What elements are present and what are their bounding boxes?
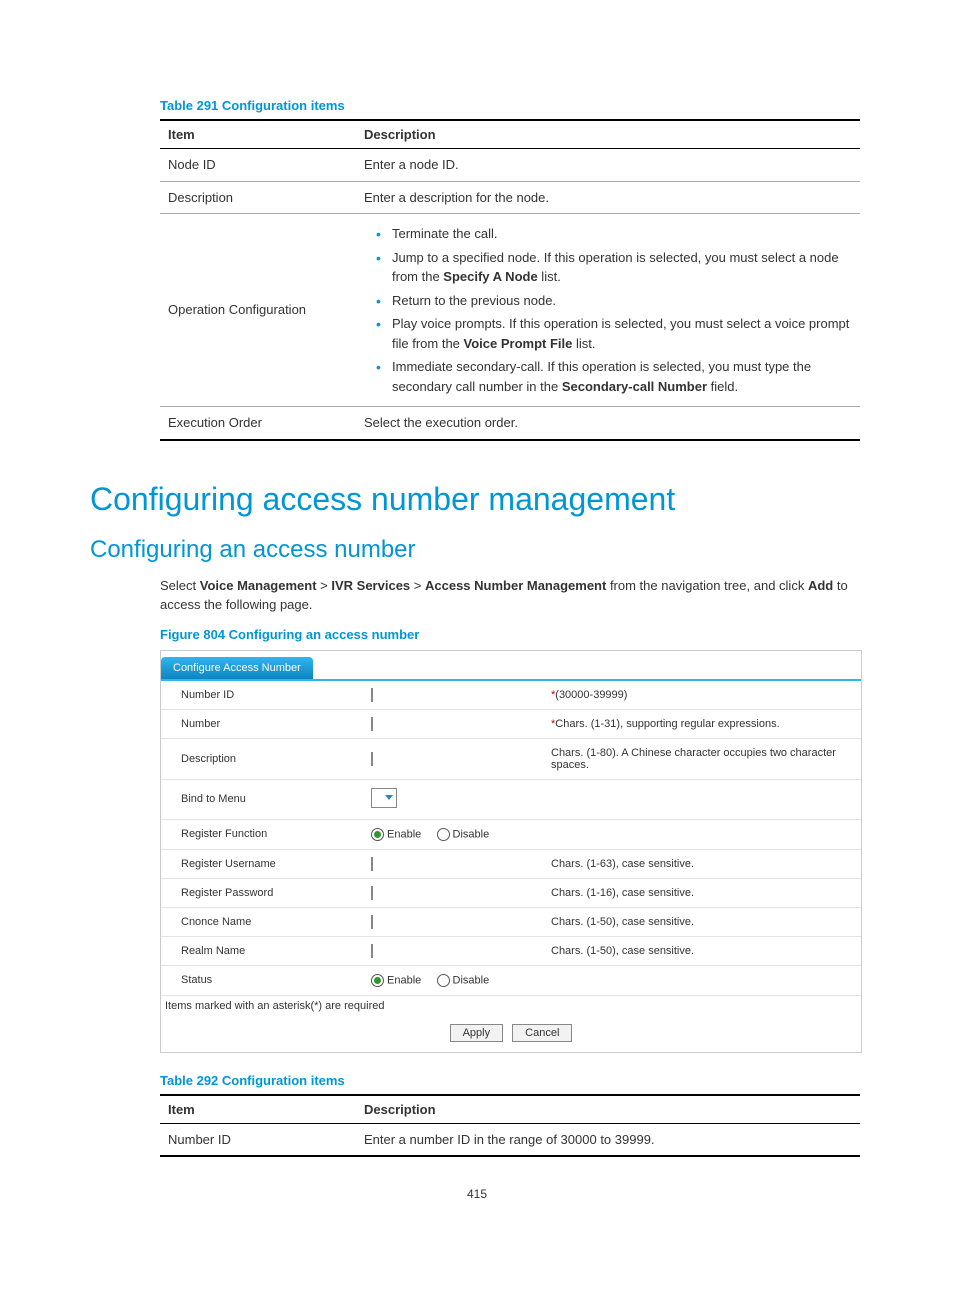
- description-input[interactable]: [371, 752, 373, 766]
- page-number: 415: [90, 1187, 864, 1201]
- number-input[interactable]: [371, 717, 373, 731]
- register-function-enable-radio[interactable]: [371, 828, 384, 841]
- label-register-function: Register Function: [161, 819, 361, 849]
- hint: *Chars. (1-31), supporting regular expre…: [541, 709, 861, 738]
- cell-item: Execution Order: [160, 407, 356, 440]
- label-register-username: Register Username: [161, 849, 361, 878]
- form-row: Status Enable Disable: [161, 965, 861, 995]
- cell-item: Description: [160, 181, 356, 214]
- cell-desc: Enter a number ID in the range of 30000 …: [356, 1123, 860, 1156]
- label-register-password: Register Password: [161, 878, 361, 907]
- figure-804-caption: Figure 804 Configuring an access number: [160, 627, 864, 642]
- form-row: Register Username Chars. (1-63), case se…: [161, 849, 861, 878]
- status-enable-radio[interactable]: [371, 974, 384, 987]
- realm-name-input[interactable]: [371, 944, 373, 958]
- cell-desc: Enter a node ID.: [356, 149, 860, 182]
- tab-bar: Configure Access Number: [161, 651, 861, 681]
- cell-item: Operation Configuration: [160, 214, 356, 407]
- label-status: Status: [161, 965, 361, 995]
- hint: Chars. (1-50), case sensitive.: [541, 907, 861, 936]
- configure-access-number-form: Configure Access Number Number ID *(3000…: [160, 650, 862, 1053]
- hint: Chars. (1-16), case sensitive.: [541, 878, 861, 907]
- bind-to-menu-select[interactable]: [371, 788, 397, 808]
- register-password-input[interactable]: [371, 886, 373, 900]
- heading-2: Configuring an access number: [90, 536, 864, 564]
- table-row: Number ID Enter a number ID in the range…: [160, 1123, 860, 1156]
- cell-desc: Enter a description for the node.: [356, 181, 860, 214]
- form-row: Description Chars. (1-80). A Chinese cha…: [161, 738, 861, 779]
- form-row: Register Password Chars. (1-16), case se…: [161, 878, 861, 907]
- hint: Chars. (1-63), case sensitive.: [541, 849, 861, 878]
- intro-paragraph: Select Voice Management > IVR Services >…: [160, 576, 860, 615]
- register-function-disable-radio[interactable]: [437, 828, 450, 841]
- table-292-caption: Table 292 Configuration items: [160, 1073, 864, 1088]
- bullet: Immediate secondary-call. If this operat…: [364, 357, 852, 396]
- number-id-input[interactable]: [371, 688, 373, 702]
- form-row: Realm Name Chars. (1-50), case sensitive…: [161, 936, 861, 965]
- table-292: Item Description Number ID Enter a numbe…: [160, 1094, 860, 1158]
- form-row: Number *Chars. (1-31), supporting regula…: [161, 709, 861, 738]
- cell-item: Number ID: [160, 1123, 356, 1156]
- heading-1: Configuring access number management: [90, 481, 864, 518]
- cancel-button[interactable]: Cancel: [512, 1024, 572, 1042]
- tab-configure-access-number[interactable]: Configure Access Number: [161, 657, 313, 679]
- cell-item: Node ID: [160, 149, 356, 182]
- form-row: Cnonce Name Chars. (1-50), case sensitiv…: [161, 907, 861, 936]
- apply-button[interactable]: Apply: [450, 1024, 504, 1042]
- table-row: Operation Configuration Terminate the ca…: [160, 214, 860, 407]
- bullet: Jump to a specified node. If this operat…: [364, 248, 852, 287]
- label-description: Description: [161, 738, 361, 779]
- required-note: Items marked with an asterisk(*) are req…: [161, 996, 861, 1016]
- table-row: Description Enter a description for the …: [160, 181, 860, 214]
- hint: *(30000-39999): [541, 681, 861, 710]
- form-row: Number ID *(30000-39999): [161, 681, 861, 710]
- cell-desc: Terminate the call. Jump to a specified …: [356, 214, 860, 407]
- table-head-desc: Description: [356, 1095, 860, 1124]
- label-cnonce-name: Cnonce Name: [161, 907, 361, 936]
- bullet: Return to the previous node.: [364, 291, 852, 311]
- hint: Chars. (1-50), case sensitive.: [541, 936, 861, 965]
- table-291: Item Description Node ID Enter a node ID…: [160, 119, 860, 441]
- label-realm-name: Realm Name: [161, 936, 361, 965]
- bullet: Terminate the call.: [364, 224, 852, 244]
- table-head-item: Item: [160, 120, 356, 149]
- form-row: Register Function Enable Disable: [161, 819, 861, 849]
- label-number-id: Number ID: [161, 681, 361, 710]
- status-disable-radio[interactable]: [437, 974, 450, 987]
- register-username-input[interactable]: [371, 857, 373, 871]
- label-bind-to-menu: Bind to Menu: [161, 779, 361, 819]
- table-head-item: Item: [160, 1095, 356, 1124]
- cnonce-name-input[interactable]: [371, 915, 373, 929]
- table-row: Node ID Enter a node ID.: [160, 149, 860, 182]
- form-row: Bind to Menu: [161, 779, 861, 819]
- cell-desc: Select the execution order.: [356, 407, 860, 440]
- table-291-caption: Table 291 Configuration items: [160, 98, 864, 113]
- bullet: Play voice prompts. If this operation is…: [364, 314, 852, 353]
- label-number: Number: [161, 709, 361, 738]
- table-row: Execution Order Select the execution ord…: [160, 407, 860, 440]
- hint: Chars. (1-80). A Chinese character occup…: [541, 738, 861, 779]
- table-head-desc: Description: [356, 120, 860, 149]
